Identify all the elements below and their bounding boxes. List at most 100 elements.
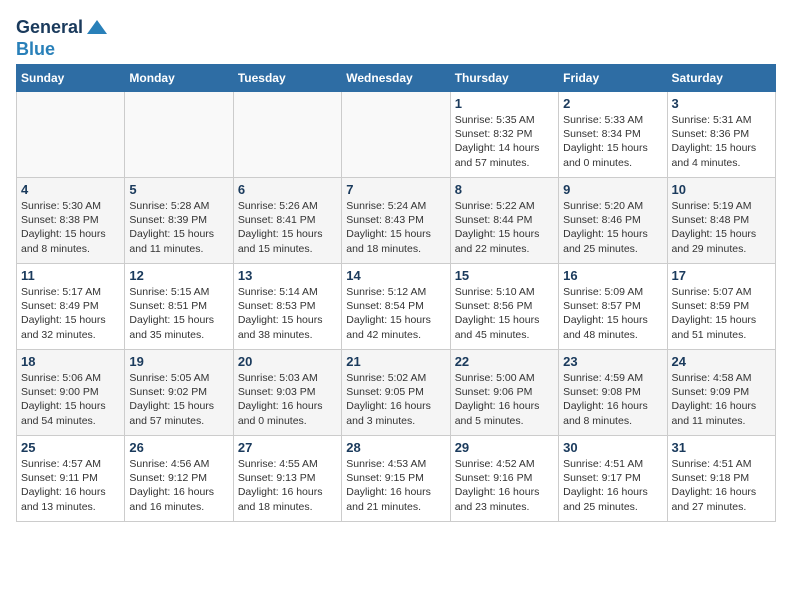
calendar-cell: 15 Sunrise: 5:10 AMSunset: 8:56 PMDayligh… (450, 264, 558, 350)
weekday-header-saturday: Saturday (667, 65, 775, 92)
day-info: Sunrise: 5:12 AMSunset: 8:54 PMDaylight:… (346, 285, 445, 342)
weekday-header-row: SundayMondayTuesdayWednesdayThursdayFrid… (17, 65, 776, 92)
calendar-week-row: 4 Sunrise: 5:30 AMSunset: 8:38 PMDaylight… (17, 178, 776, 264)
calendar-cell: 8 Sunrise: 5:22 AMSunset: 8:44 PMDaylight… (450, 178, 558, 264)
calendar-cell: 27 Sunrise: 4:55 AMSunset: 9:13 PMDayligh… (233, 436, 341, 522)
day-number: 15 (455, 268, 554, 283)
day-number: 26 (129, 440, 228, 455)
calendar-cell: 22Sunrise: 5:00 AMSunset: 9:06 PMDayligh… (450, 350, 558, 436)
calendar-cell: 26 Sunrise: 4:56 AMSunset: 9:12 PMDayligh… (125, 436, 233, 522)
day-number: 1 (455, 96, 554, 111)
day-number: 18 (21, 354, 120, 369)
calendar-cell: 19 Sunrise: 5:05 AMSunset: 9:02 PMDayligh… (125, 350, 233, 436)
day-number: 16 (563, 268, 662, 283)
calendar-week-row: 1Sunrise: 5:35 AMSunset: 8:32 PMDaylight… (17, 92, 776, 178)
day-number: 24 (672, 354, 771, 369)
day-info: Sunrise: 4:52 AMSunset: 9:16 PMDaylight:… (455, 457, 554, 514)
logo-icon (85, 16, 109, 40)
day-info: Sunrise: 5:10 AMSunset: 8:56 PMDaylight:… (455, 285, 554, 342)
day-info: Sunrise: 5:33 AMSunset: 8:34 PMDaylight:… (563, 113, 662, 170)
day-number: 5 (129, 182, 228, 197)
day-info: Sunrise: 4:58 AMSunset: 9:09 PMDaylight:… (672, 371, 771, 428)
day-number: 28 (346, 440, 445, 455)
day-info: Sunrise: 5:06 AMSunset: 9:00 PMDaylight:… (21, 371, 120, 428)
weekday-header-wednesday: Wednesday (342, 65, 450, 92)
day-number: 10 (672, 182, 771, 197)
calendar-week-row: 18 Sunrise: 5:06 AMSunset: 9:00 PMDayligh… (17, 350, 776, 436)
calendar-cell: 23 Sunrise: 4:59 AMSunset: 9:08 PMDayligh… (559, 350, 667, 436)
day-number: 20 (238, 354, 337, 369)
calendar-cell: 28 Sunrise: 4:53 AMSunset: 9:15 PMDayligh… (342, 436, 450, 522)
logo-text-line1: General (16, 18, 83, 38)
day-number: 17 (672, 268, 771, 283)
day-info: Sunrise: 4:59 AMSunset: 9:08 PMDaylight:… (563, 371, 662, 428)
weekday-header-monday: Monday (125, 65, 233, 92)
day-number: 12 (129, 268, 228, 283)
day-number: 25 (21, 440, 120, 455)
day-info: Sunrise: 5:03 AMSunset: 9:03 PMDaylight:… (238, 371, 337, 428)
calendar-cell: 30 Sunrise: 4:51 AMSunset: 9:17 PMDayligh… (559, 436, 667, 522)
day-info: Sunrise: 5:20 AMSunset: 8:46 PMDaylight:… (563, 199, 662, 256)
day-info: Sunrise: 5:28 AMSunset: 8:39 PMDaylight:… (129, 199, 228, 256)
day-info: Sunrise: 5:22 AMSunset: 8:44 PMDaylight:… (455, 199, 554, 256)
calendar-cell: 21Sunrise: 5:02 AMSunset: 9:05 PMDayligh… (342, 350, 450, 436)
calendar-week-row: 11Sunrise: 5:17 AMSunset: 8:49 PMDayligh… (17, 264, 776, 350)
calendar-cell: 12 Sunrise: 5:15 AMSunset: 8:51 PMDayligh… (125, 264, 233, 350)
day-number: 31 (672, 440, 771, 455)
day-info: Sunrise: 5:26 AMSunset: 8:41 PMDaylight:… (238, 199, 337, 256)
day-info: Sunrise: 5:09 AMSunset: 8:57 PMDaylight:… (563, 285, 662, 342)
day-number: 4 (21, 182, 120, 197)
calendar-cell: 29Sunrise: 4:52 AMSunset: 9:16 PMDayligh… (450, 436, 558, 522)
day-info: Sunrise: 5:30 AMSunset: 8:38 PMDaylight:… (21, 199, 120, 256)
day-number: 2 (563, 96, 662, 111)
day-number: 19 (129, 354, 228, 369)
calendar-cell: 4 Sunrise: 5:30 AMSunset: 8:38 PMDaylight… (17, 178, 125, 264)
day-number: 23 (563, 354, 662, 369)
day-info: Sunrise: 4:51 AMSunset: 9:17 PMDaylight:… (563, 457, 662, 514)
day-info: Sunrise: 5:31 AMSunset: 8:36 PMDaylight:… (672, 113, 771, 170)
day-number: 27 (238, 440, 337, 455)
day-info: Sunrise: 4:53 AMSunset: 9:15 PMDaylight:… (346, 457, 445, 514)
day-info: Sunrise: 4:55 AMSunset: 9:13 PMDaylight:… (238, 457, 337, 514)
day-info: Sunrise: 5:07 AMSunset: 8:59 PMDaylight:… (672, 285, 771, 342)
calendar-cell: 9 Sunrise: 5:20 AMSunset: 8:46 PMDaylight… (559, 178, 667, 264)
day-number: 30 (563, 440, 662, 455)
calendar-cell: 6 Sunrise: 5:26 AMSunset: 8:41 PMDaylight… (233, 178, 341, 264)
calendar-cell: 25 Sunrise: 4:57 AMSunset: 9:11 PMDayligh… (17, 436, 125, 522)
calendar-cell: 13Sunrise: 5:14 AMSunset: 8:53 PMDayligh… (233, 264, 341, 350)
day-number: 6 (238, 182, 337, 197)
day-info: Sunrise: 5:19 AMSunset: 8:48 PMDaylight:… (672, 199, 771, 256)
day-info: Sunrise: 4:57 AMSunset: 9:11 PMDaylight:… (21, 457, 120, 514)
day-info: Sunrise: 4:56 AMSunset: 9:12 PMDaylight:… (129, 457, 228, 514)
calendar-cell: 7Sunrise: 5:24 AMSunset: 8:43 PMDaylight… (342, 178, 450, 264)
day-number: 8 (455, 182, 554, 197)
calendar-cell (125, 92, 233, 178)
day-info: Sunrise: 5:15 AMSunset: 8:51 PMDaylight:… (129, 285, 228, 342)
weekday-header-thursday: Thursday (450, 65, 558, 92)
day-number: 9 (563, 182, 662, 197)
calendar-cell: 1Sunrise: 5:35 AMSunset: 8:32 PMDaylight… (450, 92, 558, 178)
day-info: Sunrise: 5:05 AMSunset: 9:02 PMDaylight:… (129, 371, 228, 428)
calendar-cell: 2 Sunrise: 5:33 AMSunset: 8:34 PMDaylight… (559, 92, 667, 178)
calendar-cell: 24 Sunrise: 4:58 AMSunset: 9:09 PMDayligh… (667, 350, 775, 436)
day-info: Sunrise: 5:02 AMSunset: 9:05 PMDaylight:… (346, 371, 445, 428)
day-info: Sunrise: 5:14 AMSunset: 8:53 PMDaylight:… (238, 285, 337, 342)
calendar-cell: 11Sunrise: 5:17 AMSunset: 8:49 PMDayligh… (17, 264, 125, 350)
calendar-cell: 3 Sunrise: 5:31 AMSunset: 8:36 PMDaylight… (667, 92, 775, 178)
calendar-cell: 5 Sunrise: 5:28 AMSunset: 8:39 PMDaylight… (125, 178, 233, 264)
weekday-header-friday: Friday (559, 65, 667, 92)
page-header: General Blue (16, 16, 776, 60)
day-info: Sunrise: 5:17 AMSunset: 8:49 PMDaylight:… (21, 285, 120, 342)
calendar-cell: 10 Sunrise: 5:19 AMSunset: 8:48 PMDayligh… (667, 178, 775, 264)
calendar-week-row: 25 Sunrise: 4:57 AMSunset: 9:11 PMDayligh… (17, 436, 776, 522)
calendar-table: SundayMondayTuesdayWednesdayThursdayFrid… (16, 64, 776, 522)
day-number: 14 (346, 268, 445, 283)
logo: General Blue (16, 16, 109, 60)
logo-text-line2: Blue (16, 39, 55, 59)
calendar-cell (233, 92, 341, 178)
day-number: 22 (455, 354, 554, 369)
calendar-cell: 16 Sunrise: 5:09 AMSunset: 8:57 PMDayligh… (559, 264, 667, 350)
day-number: 7 (346, 182, 445, 197)
weekday-header-sunday: Sunday (17, 65, 125, 92)
day-number: 3 (672, 96, 771, 111)
